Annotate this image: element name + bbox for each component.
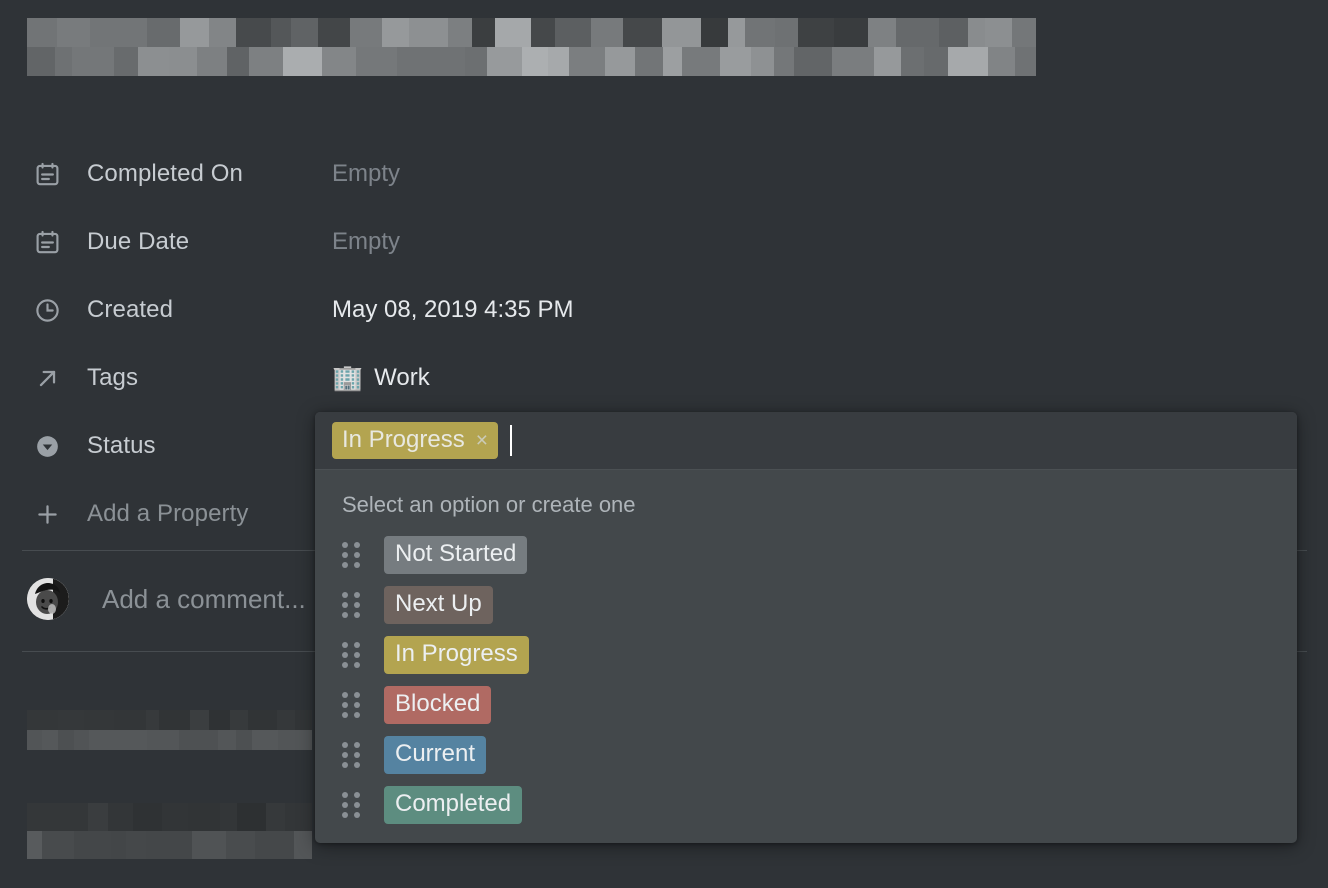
status-chip[interactable]: Next Up [384,585,493,625]
status-option-current[interactable]: Current [315,730,1297,780]
selected-status-chip[interactable]: In Progress × [332,422,498,459]
redacted-content-block-1 [27,710,312,750]
drag-handle-icon[interactable] [342,542,360,568]
picker-hint: Select an option or create one [342,492,636,517]
redacted-content-block-2 [27,803,312,859]
status-option-in-progress[interactable]: In Progress [315,630,1297,680]
chevron-down-circle-icon [34,431,64,461]
status-chip[interactable]: Current [384,735,487,775]
clock-icon [34,295,64,325]
property-label: Created [87,296,174,323]
status-option-completed[interactable]: Completed [315,780,1297,830]
avatar [27,578,69,620]
property-label: Tags [87,364,139,391]
property-row-completed-on[interactable]: Completed On Empty [0,140,1328,208]
status-chip[interactable]: Blocked [384,685,492,725]
add-property-label: Add a Property [87,500,249,527]
property-label: Completed On [87,160,243,187]
status-chip[interactable]: Not Started [384,535,528,575]
drag-handle-icon[interactable] [342,792,360,818]
drag-handle-icon[interactable] [342,642,360,668]
add-comment-row[interactable]: Add a comment... [27,578,306,620]
tag-label: Work [374,364,430,391]
property-row-tags[interactable]: Tags 🏢 Work [0,344,1328,412]
redacted-page-title [27,18,1036,76]
status-picker-panel: In Progress × Select an option or create… [315,412,1297,843]
drag-handle-icon[interactable] [342,742,360,768]
plus-icon [34,499,64,529]
property-label: Status [87,432,156,459]
calendar-note-icon [34,159,64,189]
property-value-created: May 08, 2019 4:35 PM [332,296,574,323]
drag-handle-icon[interactable] [342,692,360,718]
status-option-not-started[interactable]: Not Started [315,530,1297,580]
property-value-tags[interactable]: 🏢 Work [332,364,430,392]
calendar-note-icon [34,227,64,257]
text-cursor [509,425,512,456]
property-row-created[interactable]: Created May 08, 2019 4:35 PM [0,276,1328,344]
status-tag-input[interactable]: In Progress × [315,412,1297,470]
close-icon[interactable]: × [476,430,488,451]
property-value-completed-on[interactable]: Empty [332,160,400,188]
property-label: Due Date [87,228,190,255]
selected-status-label: In Progress [342,426,465,453]
office-building-emoji: 🏢 [332,363,364,392]
arrow-up-right-icon [34,363,64,393]
drag-handle-icon[interactable] [342,592,360,618]
status-chip[interactable]: In Progress [384,635,529,675]
status-chip[interactable]: Completed [384,785,523,825]
add-comment-input[interactable]: Add a comment... [102,584,306,615]
property-row-due-date[interactable]: Due Date Empty [0,208,1328,276]
status-option-next-up[interactable]: Next Up [315,580,1297,630]
status-option-blocked[interactable]: Blocked [315,680,1297,730]
property-value-due-date[interactable]: Empty [332,228,400,256]
status-option-list: Not Started Next Up In Progress Blocked Curr… [315,530,1297,830]
